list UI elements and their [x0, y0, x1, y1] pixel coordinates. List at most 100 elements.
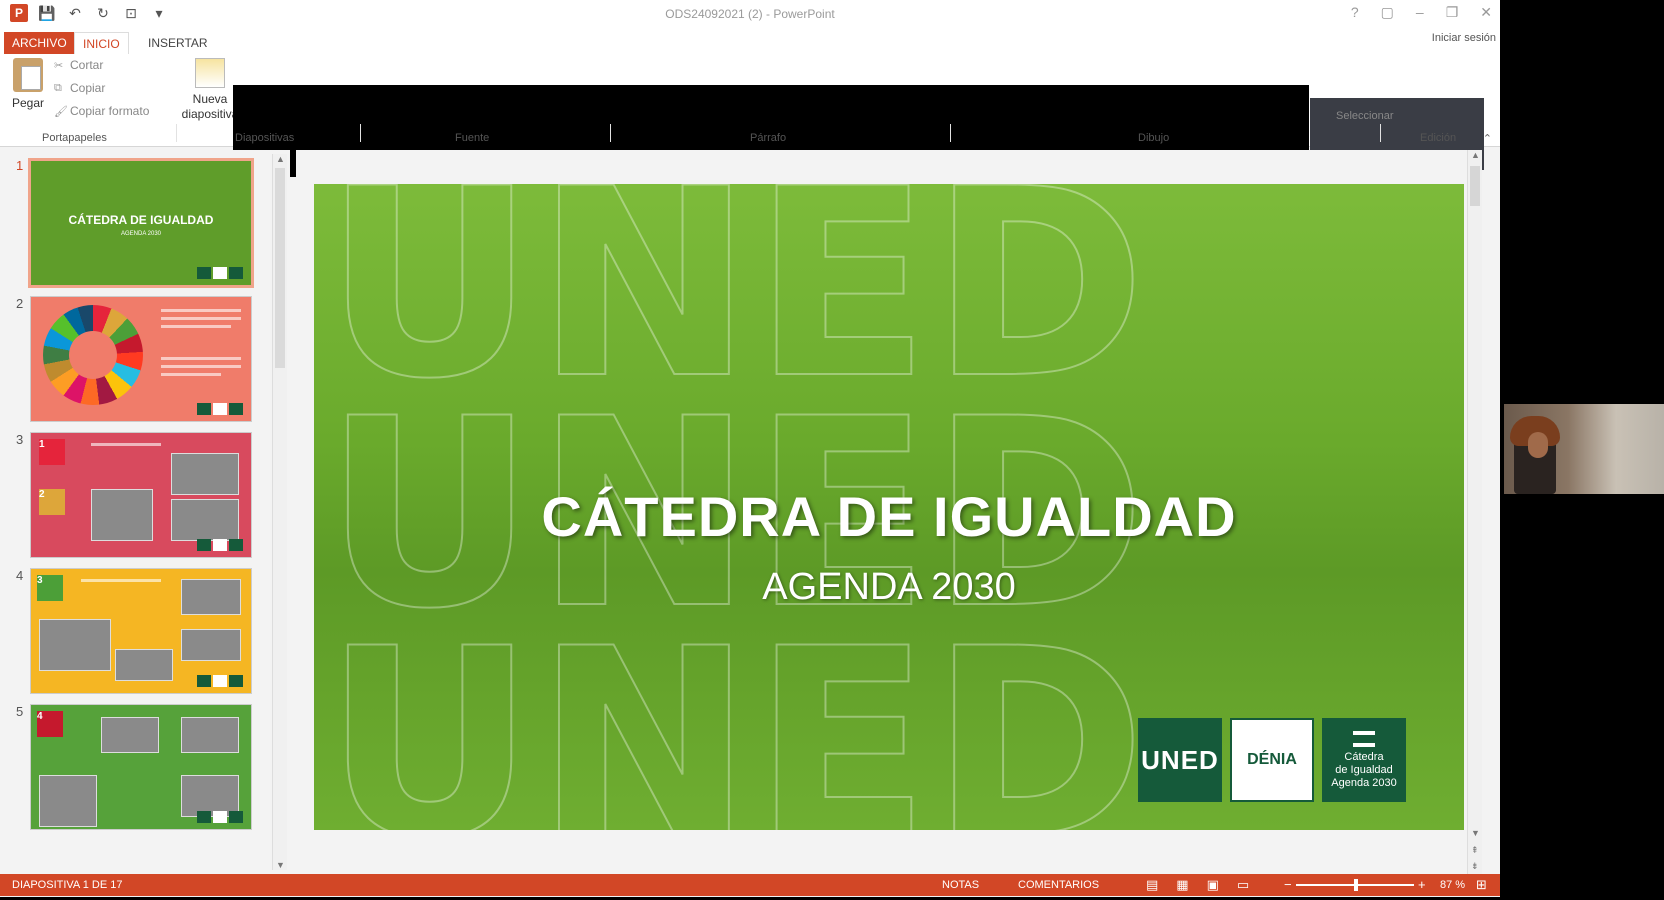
powerpoint-window: P 💾 ↶ ↻ ⊡ ▾ ODS24092021 (2) - PowerPoint…	[0, 0, 1500, 897]
ribbon-display-options-icon[interactable]: ▢	[1381, 4, 1394, 21]
cut-label: Cortar	[70, 58, 104, 72]
copy-icon: ⧉	[54, 81, 62, 94]
notes-button[interactable]: NOTAS	[942, 879, 979, 891]
minimize-icon[interactable]: –	[1416, 4, 1424, 21]
group-separator	[610, 124, 611, 142]
thumbnail-slide-4[interactable]: 3	[30, 568, 252, 694]
scroll-up-icon[interactable]: ▲	[1471, 150, 1480, 160]
sign-in-link[interactable]: Iniciar sesión	[1432, 32, 1496, 44]
zoom-in-icon[interactable]: +	[1418, 877, 1426, 892]
thumbnail-logos	[197, 675, 243, 687]
select-button[interactable]: Seleccionar	[1336, 110, 1393, 122]
webcam-video	[1504, 404, 1664, 494]
sdg-2-icon: 2	[39, 489, 65, 515]
restore-icon[interactable]: ❐	[1446, 4, 1459, 21]
new-slide-button[interactable]: Nueva diapositiva	[180, 58, 240, 122]
slide-scrollbar[interactable]: ▲ ▼ ⇞ ⇟	[1467, 150, 1482, 874]
thumbnail-logos	[197, 539, 243, 551]
new-slide-label-1: Nueva	[192, 92, 228, 106]
previous-slide-icon[interactable]: ⇞	[1471, 845, 1479, 856]
thumbnail-title: CÁTEDRA DE IGUALDAD	[68, 213, 214, 227]
close-icon[interactable]: ✕	[1480, 4, 1492, 21]
group-separator	[360, 124, 361, 142]
scrollbar-thumb[interactable]	[1470, 166, 1480, 206]
group-label-diapositivas: Diapositivas	[235, 132, 295, 144]
thumbnail-slide-5[interactable]: 4	[30, 704, 252, 830]
tab-archivo[interactable]: ARCHIVO	[4, 32, 75, 54]
thumbnail-number: 5	[16, 704, 24, 719]
catedra-mark-icon	[1353, 730, 1375, 747]
group-separator	[1380, 124, 1381, 142]
thumbnail-number: 4	[16, 568, 24, 583]
zoom-level[interactable]: 87 %	[1440, 879, 1465, 891]
next-slide-icon[interactable]: ⇟	[1471, 861, 1479, 872]
catedra-line-3: Agenda 2030	[1331, 776, 1397, 789]
sdg-3-icon: 3	[37, 575, 63, 601]
slide-sorter-icon[interactable]: ▦	[1176, 877, 1188, 893]
tab-insertar[interactable]: INSERTAR	[140, 32, 216, 54]
normal-view-icon[interactable]: ▤	[1146, 877, 1158, 893]
slide-editing-pane: UNED UNED UNED CÁTEDRA DE IGUALDAD AGEND…	[296, 150, 1482, 874]
thumbnail-logos	[197, 811, 243, 823]
group-separator	[176, 124, 177, 142]
window-controls: ? ▢ – ❐ ✕	[1351, 4, 1492, 21]
copy-button[interactable]: ⧉ Copiar	[54, 81, 105, 95]
group-label-edicion: Edición	[1420, 132, 1457, 144]
thumbnail-slide-3[interactable]: 1 2	[30, 432, 252, 558]
slide-indicator[interactable]: DIAPOSITIVA 1 DE 17	[12, 879, 122, 891]
thumbnail-subtitle: AGENDA 2030	[120, 231, 162, 237]
catedra-logo: Cátedra de Igualdad Agenda 2030	[1322, 718, 1406, 802]
thumbnail-logos	[197, 403, 243, 415]
paste-label: Pegar	[11, 96, 45, 110]
cut-button[interactable]: ✂ Cortar	[54, 58, 103, 72]
slide-thumbnails-pane: 1 CÁTEDRA DE IGUALDAD AGENDA 2030 2 3 1 …	[0, 150, 290, 874]
group-label-dibujo: Dibujo	[1138, 132, 1170, 144]
format-painter-label: Copiar formato	[70, 104, 150, 118]
group-separator	[950, 124, 951, 142]
comments-button[interactable]: COMENTARIOS	[1018, 879, 1099, 891]
catedra-line-1: Cátedra	[1344, 750, 1384, 763]
status-bar: DIAPOSITIVA 1 DE 17 NOTAS COMENTARIOS ▤ …	[0, 874, 1500, 896]
catedra-line-2: de Igualdad	[1335, 763, 1393, 776]
new-slide-label-2: diapositiva	[181, 107, 239, 121]
slide-subtitle[interactable]: AGENDA 2030	[314, 566, 1464, 609]
scroll-up-icon[interactable]: ▲	[276, 154, 285, 164]
thumbnail-number: 2	[16, 296, 24, 311]
zoom-out-icon[interactable]: −	[1284, 877, 1292, 892]
group-label-parrafo: Párrafo	[750, 132, 787, 144]
view-buttons: ▤ ▦ ▣ ▭	[1146, 877, 1249, 893]
sdg-wheel-icon	[43, 305, 143, 405]
thumbnail-number: 3	[16, 432, 24, 447]
scrollbar-thumb[interactable]	[275, 168, 285, 368]
thumbnail-slide-2[interactable]	[30, 296, 252, 422]
watermark-text: UNED	[324, 594, 1146, 830]
thumbnails-scrollbar[interactable]: ▲ ▼	[272, 154, 287, 870]
fit-to-window-icon[interactable]: ⊞	[1476, 877, 1487, 893]
brush-icon: 🖌	[54, 105, 68, 118]
help-icon[interactable]: ?	[1351, 4, 1359, 21]
thumbnail-slide-1[interactable]: CÁTEDRA DE IGUALDAD AGENDA 2030	[28, 158, 254, 288]
scroll-down-icon[interactable]: ▼	[276, 860, 285, 870]
thumbnail-logos	[197, 267, 243, 279]
reading-view-icon[interactable]: ▣	[1207, 877, 1219, 893]
uned-logo: UNED	[1138, 718, 1222, 802]
paste-button[interactable]: Pegar	[8, 58, 48, 110]
main-slide[interactable]: UNED UNED UNED CÁTEDRA DE IGUALDAD AGEND…	[314, 184, 1464, 830]
clipboard-icon	[13, 58, 43, 92]
group-label-fuente: Fuente	[455, 132, 490, 144]
tab-inicio[interactable]: INICIO	[74, 32, 129, 55]
format-painter-button[interactable]: 🖌 Copiar formato	[54, 104, 149, 118]
scroll-down-icon[interactable]: ▼	[1471, 828, 1480, 838]
slide-title[interactable]: CÁTEDRA DE IGUALDAD	[314, 484, 1464, 549]
zoom-slider-knob[interactable]	[1354, 879, 1358, 891]
collapse-ribbon-icon[interactable]: ⌃	[1483, 132, 1492, 145]
thumbnail-number: 1	[16, 158, 24, 173]
ribbon-tabs: ARCHIVO INICIO INSERTAR Iniciar sesión	[0, 30, 1500, 55]
window-title: ODS24092021 (2) - PowerPoint	[665, 7, 835, 21]
scissors-icon: ✂	[54, 59, 64, 72]
sdg-1-icon: 1	[39, 439, 65, 465]
denia-logo: DÉNIA	[1230, 718, 1314, 802]
group-label-portapapeles: Portapapeles	[42, 132, 107, 144]
slideshow-icon[interactable]: ▭	[1237, 877, 1249, 893]
new-slide-icon	[195, 58, 225, 88]
